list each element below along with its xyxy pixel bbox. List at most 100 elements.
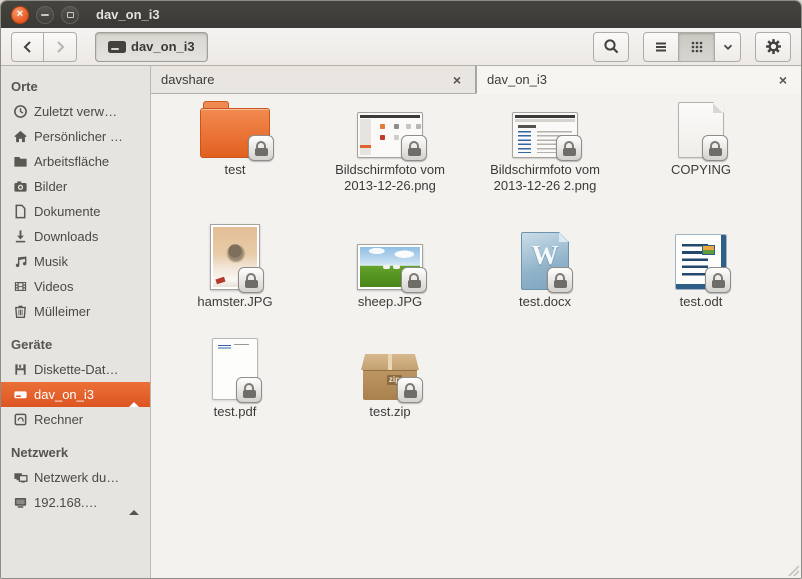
floppy-icon [13, 362, 28, 377]
file-grid[interactable]: test Bildschirmfoto vom 2013-12-26.png [151, 94, 801, 578]
file-label: sheep.JPG [358, 294, 422, 310]
gear-button[interactable] [755, 32, 791, 62]
back-button[interactable] [11, 32, 44, 62]
lock-emblem-icon [705, 267, 731, 293]
back-icon [20, 39, 36, 55]
download-icon [13, 229, 28, 244]
file-item-test-docx[interactable]: W test.docx [470, 222, 620, 310]
sidebar-item-diskette[interactable]: Diskette-Dat… [1, 357, 150, 382]
sidebar-item-label: Bilder [34, 179, 67, 194]
file-label: test.pdf [214, 404, 257, 420]
file-label: test.odt [680, 294, 723, 310]
file-item-bildschirmfoto-2[interactable]: Bildschirmfoto vom 2013-12-26 2.png [470, 100, 620, 195]
sidebar-item-dav-on-i3[interactable]: dav_on_i3 [1, 382, 150, 407]
camera-icon [13, 179, 28, 194]
tab-davshare[interactable]: davshare × [151, 66, 476, 94]
sidebar-item-label: 192.168.… [34, 495, 98, 510]
grid-view-button[interactable] [679, 32, 715, 62]
sidebar-item-musik[interactable]: Musik [1, 249, 150, 274]
titlebar[interactable]: × dav_on_i3 [1, 1, 801, 28]
drive-icon [108, 41, 126, 53]
music-icon [13, 254, 28, 269]
sidebar-item-netzwerk-durchsuchen[interactable]: Netzwerk du… [1, 465, 150, 490]
sidebar-item-label: Musik [34, 254, 68, 269]
network-icon [13, 470, 28, 485]
sidebar-item-label: Persönlicher … [34, 129, 123, 144]
close-icon: × [17, 9, 23, 20]
sidebar-item-videos[interactable]: Videos [1, 274, 150, 299]
file-item-bildschirmfoto-1[interactable]: Bildschirmfoto vom 2013-12-26.png [315, 100, 465, 195]
sidebar-item-dokumente[interactable]: Dokumente [1, 199, 150, 224]
file-item-test-zip[interactable]: zip test.zip [315, 334, 465, 420]
main-panel: davshare × dav_on_i3 × test [151, 66, 801, 578]
search-button[interactable] [593, 32, 629, 62]
sidebar-item-label: Videos [34, 279, 74, 294]
list-view-button[interactable] [643, 32, 679, 62]
forward-button[interactable] [44, 32, 77, 62]
navigation-buttons [11, 32, 77, 62]
file-item-test-folder[interactable]: test [160, 100, 310, 178]
file-manager-window: × dav_on_i3 dav_on_i3 [0, 0, 802, 579]
maximize-window-button[interactable] [61, 6, 79, 24]
image-thumbnail-icon [357, 112, 423, 158]
resize-grip[interactable] [788, 565, 799, 576]
trash-icon [13, 304, 28, 319]
sidebar-item-rechner[interactable]: Rechner [1, 407, 150, 432]
sidebar-section-geraete: Geräte [1, 332, 150, 357]
tab-close-button[interactable]: × [775, 72, 791, 88]
lock-emblem-icon [702, 135, 728, 161]
sidebar-item-bilder[interactable]: Bilder [1, 174, 150, 199]
word-document-icon: W [521, 232, 569, 290]
tab-dav-on-i3[interactable]: dav_on_i3 × [476, 66, 801, 94]
lock-emblem-icon [547, 267, 573, 293]
sidebar-item-label: Diskette-Dat… [34, 362, 119, 377]
forward-icon [52, 39, 68, 55]
view-options-button[interactable] [715, 32, 741, 62]
file-label: test [225, 162, 246, 178]
sidebar-item-192-168[interactable]: 192.168.… [1, 490, 150, 515]
sidebar-item-downloads[interactable]: Downloads [1, 224, 150, 249]
minimize-window-button[interactable] [36, 6, 54, 24]
maximize-icon [67, 12, 74, 18]
file-item-test-pdf[interactable]: test.pdf [160, 334, 310, 420]
gear-icon [765, 38, 782, 55]
file-label: test.zip [369, 404, 410, 420]
close-window-button[interactable]: × [11, 6, 29, 24]
sidebar-item-muelleimer[interactable]: Mülleimer [1, 299, 150, 324]
tab-bar: davshare × dav_on_i3 × [151, 66, 801, 94]
file-item-test-odt[interactable]: test.odt [626, 222, 776, 310]
sidebar-item-zuletzt-verwendet[interactable]: Zuletzt verw… [1, 99, 150, 124]
sidebar-item-label: Netzwerk du… [34, 470, 119, 485]
zip-archive-icon: zip [361, 354, 419, 400]
photo-thumbnail-icon [357, 244, 423, 290]
grid-view-icon [689, 39, 705, 55]
file-item-hamster-jpg[interactable]: hamster.JPG [160, 222, 310, 310]
document-icon [13, 204, 28, 219]
lock-emblem-icon [401, 135, 427, 161]
lock-emblem-icon [248, 135, 274, 161]
lock-emblem-icon [236, 377, 262, 403]
folder-icon [13, 154, 28, 169]
eject-icon[interactable] [129, 387, 141, 402]
eject-icon[interactable] [129, 495, 141, 510]
sidebar-item-persoenlicher-ordner[interactable]: Persönlicher … [1, 124, 150, 149]
file-label: Bildschirmfoto vom 2013-12-26.png [331, 162, 449, 195]
file-item-copying[interactable]: COPYING [626, 100, 776, 178]
location-button[interactable]: dav_on_i3 [95, 32, 208, 62]
sidebar-section-orte: Orte [1, 74, 150, 99]
file-label: Bildschirmfoto vom 2013-12-26 2.png [486, 162, 604, 195]
list-view-icon [653, 39, 669, 55]
sidebar-section-netzwerk: Netzwerk [1, 440, 150, 465]
file-item-sheep-jpg[interactable]: sheep.JPG [315, 222, 465, 310]
tab-label: dav_on_i3 [487, 72, 775, 87]
pdf-document-icon [212, 338, 258, 400]
chevron-down-icon [721, 40, 735, 54]
image-thumbnail-icon [512, 112, 578, 158]
minimize-icon [41, 14, 49, 16]
tab-close-button[interactable]: × [449, 72, 465, 88]
lock-emblem-icon [397, 377, 423, 403]
remote-computer-icon [13, 495, 28, 510]
sidebar-item-arbeitsflaeche[interactable]: Arbeitsfläche [1, 149, 150, 174]
toolbar: dav_on_i3 [1, 28, 801, 66]
lock-emblem-icon [238, 267, 264, 293]
